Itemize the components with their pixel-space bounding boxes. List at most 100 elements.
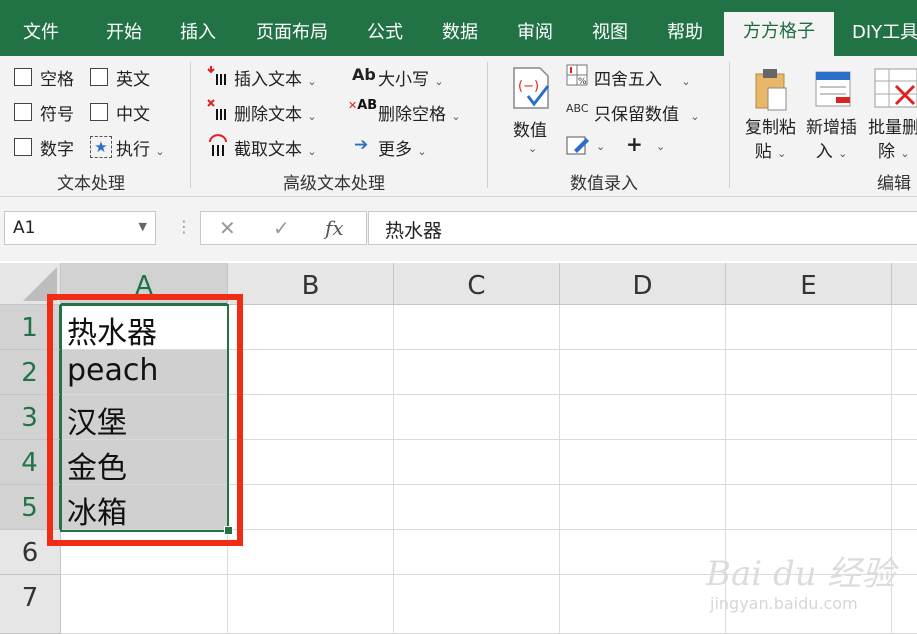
svg-text:(−): (−) bbox=[518, 79, 539, 94]
cell-c2[interactable] bbox=[394, 350, 560, 395]
tab-home[interactable]: 开始 bbox=[94, 10, 154, 56]
group-label-numeric-entry: 数值录入 bbox=[570, 174, 638, 194]
extract-text-button[interactable]: 截取文本 ⌄ bbox=[234, 135, 317, 160]
tab-review[interactable]: 审阅 bbox=[505, 10, 565, 56]
arrow-right-icon: ➔ bbox=[354, 135, 369, 155]
annotation-highlight-box bbox=[47, 294, 243, 546]
cell-b3[interactable] bbox=[228, 395, 394, 440]
batch-delete-button[interactable]: 批量删除 ⌄ bbox=[868, 116, 917, 166]
ribbon-tab-bar: 文件 开始 插入 页面布局 公式 数据 审阅 视图 帮助 方方格子 DIY工具 bbox=[0, 0, 917, 56]
checkbox-chinese[interactable] bbox=[90, 103, 108, 121]
insert-function-icon[interactable]: fx bbox=[325, 216, 344, 240]
checkbox-number-label: 数字 bbox=[40, 140, 74, 160]
name-box[interactable]: A1 ▼ bbox=[4, 211, 156, 245]
checkbox-space[interactable] bbox=[14, 68, 32, 86]
more-button[interactable]: 更多 ⌄ bbox=[378, 135, 427, 160]
chevron-down-icon[interactable]: ⌄ bbox=[656, 140, 665, 153]
checkbox-symbol[interactable] bbox=[14, 103, 32, 121]
cell-d5[interactable] bbox=[560, 485, 726, 530]
confirm-icon[interactable]: ✓ bbox=[273, 216, 290, 240]
cell-c5[interactable] bbox=[394, 485, 560, 530]
ribbon: 空格 英文 符号 中文 数字 ★ 执行 ⌄ 文本处理 插入文本 ⌄ 删除文本 ⌄… bbox=[0, 56, 917, 197]
tab-file[interactable]: 文件 bbox=[10, 10, 72, 56]
insert-text-icon bbox=[207, 64, 229, 86]
tab-formulas[interactable]: 公式 bbox=[356, 10, 414, 56]
tab-data[interactable]: 数据 bbox=[430, 10, 490, 56]
chevron-down-icon[interactable]: ⌄ bbox=[528, 142, 537, 155]
group-separator bbox=[487, 62, 488, 188]
tab-page-layout[interactable]: 页面布局 bbox=[246, 10, 338, 56]
cell-d4[interactable] bbox=[560, 440, 726, 485]
group-label-text-processing: 文本处理 bbox=[57, 174, 125, 194]
cancel-icon[interactable]: ✕ bbox=[219, 216, 236, 240]
insert-rows-icon bbox=[814, 70, 852, 110]
edit-icon[interactable] bbox=[566, 134, 590, 156]
cell-e2[interactable] bbox=[726, 350, 892, 395]
checkbox-english[interactable] bbox=[90, 68, 108, 86]
cell-e4[interactable] bbox=[726, 440, 892, 485]
keep-values-button[interactable]: 只保留数值 ⌄ bbox=[594, 100, 700, 125]
cell-f2[interactable] bbox=[892, 350, 917, 395]
tab-fangfanggezi[interactable]: 方方格子 bbox=[724, 12, 834, 56]
plus-icon[interactable]: + bbox=[626, 132, 643, 156]
numeric-value-button[interactable]: 数值 bbox=[513, 116, 547, 141]
column-header-f[interactable] bbox=[892, 263, 917, 305]
baidu-logo: Bai du 经验 bbox=[706, 554, 896, 594]
cell-e1[interactable] bbox=[726, 305, 892, 350]
cell-b5[interactable] bbox=[228, 485, 394, 530]
tab-help[interactable]: 帮助 bbox=[655, 10, 715, 56]
insert-text-button[interactable]: 插入文本 ⌄ bbox=[234, 65, 317, 90]
column-header-c[interactable]: C bbox=[394, 263, 560, 305]
delete-text-button[interactable]: 删除文本 ⌄ bbox=[234, 100, 317, 125]
delete-text-icon bbox=[207, 99, 229, 121]
formula-input-value: 热水器 bbox=[385, 220, 443, 242]
tab-diy-tools[interactable]: DIY工具 bbox=[844, 10, 917, 56]
cell-d2[interactable] bbox=[560, 350, 726, 395]
delete-space-icon: ✕AB bbox=[348, 98, 378, 113]
name-box-value: A1 bbox=[13, 218, 36, 238]
cell-b4[interactable] bbox=[228, 440, 394, 485]
star-icon: ★ bbox=[90, 136, 112, 158]
insert-button[interactable]: 新增插入 ⌄ bbox=[806, 116, 857, 166]
column-header-e[interactable]: E bbox=[726, 263, 892, 305]
cell-a7[interactable] bbox=[61, 575, 228, 634]
column-header-d[interactable]: D bbox=[560, 263, 726, 305]
round-icon: % bbox=[566, 64, 588, 87]
cell-d3[interactable] bbox=[560, 395, 726, 440]
cell-b2[interactable] bbox=[228, 350, 394, 395]
tab-insert[interactable]: 插入 bbox=[168, 10, 228, 56]
chevron-down-icon[interactable]: ▼ bbox=[139, 220, 147, 233]
copy-paste-button[interactable]: 复制粘贴 ⌄ bbox=[745, 116, 796, 166]
cell-f1[interactable] bbox=[892, 305, 917, 350]
formula-input[interactable]: 热水器 bbox=[368, 211, 917, 245]
row-header-7[interactable]: 7 bbox=[0, 575, 61, 634]
cell-c6[interactable] bbox=[394, 530, 560, 575]
cell-f3[interactable] bbox=[892, 395, 917, 440]
cell-b1[interactable] bbox=[228, 305, 394, 350]
extract-text-icon bbox=[207, 134, 229, 158]
tab-view[interactable]: 视图 bbox=[580, 10, 640, 56]
svg-text:%: % bbox=[578, 77, 587, 86]
round-button[interactable]: 四舍五入 ⌄ bbox=[594, 65, 691, 90]
cell-d1[interactable] bbox=[560, 305, 726, 350]
checkbox-symbol-label: 符号 bbox=[40, 105, 74, 125]
case-button[interactable]: 大小写 ⌄ bbox=[378, 65, 444, 90]
execute-button[interactable]: 执行 ⌄ bbox=[116, 135, 165, 160]
cell-f5[interactable] bbox=[892, 485, 917, 530]
checkbox-number[interactable] bbox=[14, 138, 32, 156]
cell-c4[interactable] bbox=[394, 440, 560, 485]
cell-b7[interactable] bbox=[228, 575, 394, 634]
column-header-b[interactable]: B bbox=[228, 263, 394, 305]
cell-e3[interactable] bbox=[726, 395, 892, 440]
cell-f4[interactable] bbox=[892, 440, 917, 485]
cell-c3[interactable] bbox=[394, 395, 560, 440]
cell-c1[interactable] bbox=[394, 305, 560, 350]
delete-space-button[interactable]: 删除空格 ⌄ bbox=[378, 100, 461, 125]
cell-c7[interactable] bbox=[394, 575, 560, 634]
more-options-icon[interactable]: ⋮ bbox=[176, 217, 192, 236]
cell-b6[interactable] bbox=[228, 530, 394, 575]
case-icon: Ab bbox=[352, 65, 376, 84]
cell-e5[interactable] bbox=[726, 485, 892, 530]
chevron-down-icon[interactable]: ⌄ bbox=[596, 140, 605, 153]
watermark-url: jingyan.baidu.com bbox=[710, 594, 858, 613]
